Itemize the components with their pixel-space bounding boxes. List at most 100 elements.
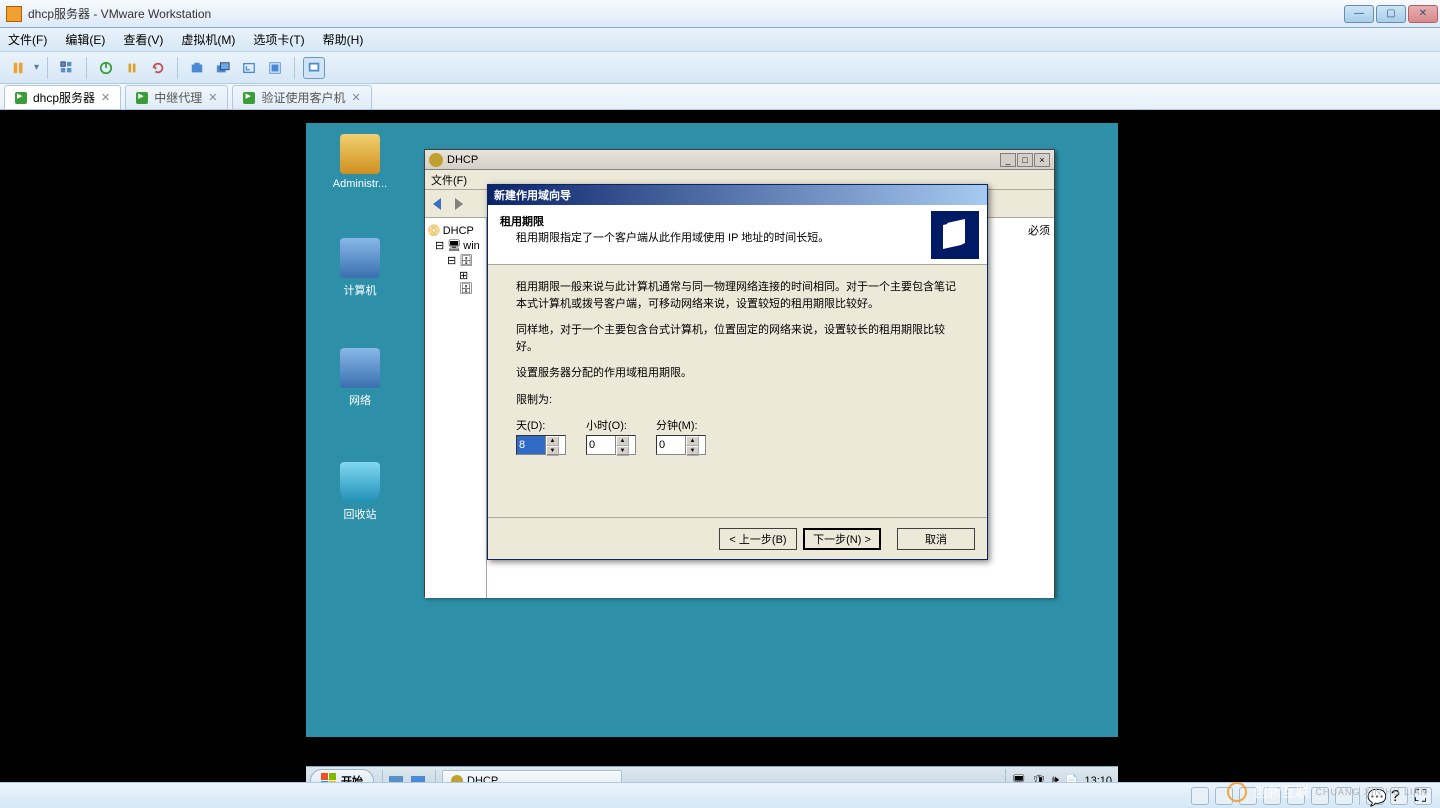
days-spinner[interactable]: ▲▼ bbox=[516, 435, 566, 455]
tree-node-sub[interactable]: ⊟ 🗄 bbox=[427, 254, 484, 267]
tab-label: 中继代理 bbox=[154, 89, 202, 106]
lease-duration-row: 天(D): ▲▼ 小时(O): ▲▼ 分钟(M): bbox=[516, 418, 959, 455]
desktop-icon-network[interactable]: 网络 bbox=[330, 348, 390, 408]
icon-label: 网络 bbox=[349, 395, 371, 407]
power-on-icon[interactable] bbox=[95, 57, 117, 79]
dropdown-icon[interactable]: ▾ bbox=[34, 62, 39, 73]
recycle-bin-icon bbox=[340, 462, 380, 502]
wizard-header: 租用期限 租用期限指定了一个客户端从此作用域使用 IP 地址的时间长短。 bbox=[488, 205, 987, 265]
back-button[interactable]: < 上一步(B) bbox=[719, 528, 797, 550]
vm-running-icon bbox=[243, 92, 255, 104]
back-icon[interactable] bbox=[429, 194, 449, 214]
tab-label: 验证使用客户机 bbox=[261, 89, 345, 106]
menu-edit[interactable]: 编辑(E) bbox=[65, 31, 105, 48]
icon-label: 计算机 bbox=[344, 285, 377, 297]
desktop-icon-recycle-bin[interactable]: 回收站 bbox=[330, 462, 390, 522]
spin-down-icon[interactable]: ▼ bbox=[686, 446, 699, 456]
minimize-button[interactable]: _ bbox=[1000, 153, 1016, 167]
vmware-icon bbox=[6, 6, 22, 22]
tree-node-server[interactable]: ⊟ 🖥 win bbox=[427, 239, 484, 252]
vmware-toolbar: ▾ bbox=[0, 52, 1440, 84]
wizard-footer: < 上一步(B) 下一步(N) > 取消 bbox=[488, 517, 987, 559]
hours-label: 小时(O): bbox=[586, 418, 636, 435]
watermark-logo-icon bbox=[1227, 782, 1247, 802]
close-tab-icon[interactable]: ✕ bbox=[352, 91, 361, 104]
menu-help[interactable]: 帮助(H) bbox=[323, 31, 364, 48]
days-input[interactable] bbox=[517, 436, 545, 454]
vmware-titlebar: dhcp服务器 - VMware Workstation — ▢ ✕ bbox=[0, 0, 1440, 28]
spin-up-icon[interactable]: ▲ bbox=[616, 436, 629, 446]
minutes-label: 分钟(M): bbox=[656, 418, 706, 435]
menu-tabs[interactable]: 选项卡(T) bbox=[253, 31, 304, 48]
watermark: 创新互联 CHUANG XIN HU LIAN bbox=[1227, 782, 1428, 802]
wizard-body: 租用期限一般来说与此计算机通常与同一物理网络连接的时间相同。对于一个主要包含笔记… bbox=[488, 265, 987, 469]
vmware-tabs: dhcp服务器 ✕ 中继代理 ✕ 验证使用客户机 ✕ bbox=[0, 84, 1440, 110]
menu-vm[interactable]: 虚拟机(M) bbox=[181, 31, 235, 48]
icon-label: 回收站 bbox=[344, 509, 377, 521]
reset-icon[interactable] bbox=[147, 57, 169, 79]
close-tab-icon[interactable]: ✕ bbox=[101, 91, 110, 104]
mmc-title-text: DHCP bbox=[447, 154, 478, 166]
computer-icon bbox=[340, 238, 380, 278]
tree-node-leaf[interactable]: ⊞ 🗄 bbox=[427, 269, 484, 295]
dhcp-icon bbox=[429, 153, 443, 167]
snapshot-icon[interactable] bbox=[186, 57, 208, 79]
tab-dhcp-server[interactable]: dhcp服务器 ✕ bbox=[4, 85, 121, 109]
fullscreen-icon[interactable] bbox=[303, 57, 325, 79]
new-scope-wizard: 新建作用域向导 租用期限 租用期限指定了一个客户端从此作用域使用 IP 地址的时… bbox=[487, 184, 988, 560]
tab-label: dhcp服务器 bbox=[33, 89, 95, 106]
network-icon bbox=[340, 348, 380, 388]
wizard-header-subtitle: 租用期限指定了一个客户端从此作用域使用 IP 地址的时间长短。 bbox=[500, 229, 829, 245]
tree-node-dhcp[interactable]: 📀 DHCP bbox=[427, 224, 484, 237]
hours-spinner[interactable]: ▲▼ bbox=[586, 435, 636, 455]
wizard-titlebar[interactable]: 新建作用域向导 bbox=[488, 185, 987, 205]
wizard-paragraph: 设置服务器分配的作用域租用期限。 bbox=[516, 365, 959, 382]
vm-running-icon bbox=[136, 92, 148, 104]
menu-view[interactable]: 查看(V) bbox=[123, 31, 163, 48]
snapshot-manager-icon[interactable] bbox=[212, 57, 234, 79]
spin-up-icon[interactable]: ▲ bbox=[686, 436, 699, 446]
guest-display: Administr... 计算机 网络 回收站 DHCP _ □ × 文件(F) bbox=[0, 110, 1440, 808]
minimize-button[interactable]: — bbox=[1344, 5, 1374, 23]
desktop-icon-computer[interactable]: 计算机 bbox=[330, 238, 390, 298]
close-button[interactable]: × bbox=[1034, 153, 1050, 167]
tab-relay-agent[interactable]: 中继代理 ✕ bbox=[125, 85, 228, 109]
wizard-title-text: 新建作用域向导 bbox=[494, 187, 571, 203]
spin-down-icon[interactable]: ▼ bbox=[616, 446, 629, 456]
maximize-button[interactable]: ▢ bbox=[1376, 5, 1406, 23]
minutes-spinner[interactable]: ▲▼ bbox=[656, 435, 706, 455]
mmc-tree[interactable]: 📀 DHCP ⊟ 🖥 win ⊟ 🗄 ⊞ 🗄 bbox=[425, 218, 487, 598]
library-icon[interactable] bbox=[8, 57, 30, 79]
cancel-button[interactable]: 取消 bbox=[897, 528, 975, 550]
forward-icon[interactable] bbox=[449, 194, 469, 214]
limit-label: 限制为: bbox=[516, 392, 959, 409]
window-controls: — ▢ ✕ bbox=[1344, 5, 1440, 23]
mmc-titlebar[interactable]: DHCP _ □ × bbox=[425, 150, 1054, 170]
desktop-icon-administrator[interactable]: Administr... bbox=[330, 134, 390, 190]
status-icon[interactable] bbox=[1191, 787, 1209, 805]
close-tab-icon[interactable]: ✕ bbox=[208, 91, 217, 104]
watermark-text: 创新互联 bbox=[1253, 782, 1309, 802]
vmware-statusbar: 💬 ? ⛶ bbox=[0, 782, 1440, 808]
revert-icon[interactable] bbox=[238, 57, 260, 79]
close-button[interactable]: ✕ bbox=[1408, 5, 1438, 23]
tab-verify-client[interactable]: 验证使用客户机 ✕ bbox=[232, 85, 371, 109]
thumbnail-icon[interactable] bbox=[56, 57, 78, 79]
folder-icon bbox=[340, 134, 380, 174]
vm-running-icon bbox=[15, 92, 27, 104]
suspend-icon[interactable] bbox=[121, 57, 143, 79]
vmware-menubar: 文件(F) 编辑(E) 查看(V) 虚拟机(M) 选项卡(T) 帮助(H) bbox=[0, 28, 1440, 52]
days-label: 天(D): bbox=[516, 418, 566, 435]
vmware-title: dhcp服务器 - VMware Workstation bbox=[28, 5, 211, 22]
maximize-button[interactable]: □ bbox=[1017, 153, 1033, 167]
spin-up-icon[interactable]: ▲ bbox=[546, 436, 559, 446]
minutes-input[interactable] bbox=[657, 436, 685, 454]
next-button[interactable]: 下一步(N) > bbox=[803, 528, 881, 550]
wizard-header-title: 租用期限 bbox=[500, 216, 544, 228]
unity-icon[interactable] bbox=[264, 57, 286, 79]
menu-file[interactable]: 文件(F) bbox=[8, 31, 47, 48]
spin-down-icon[interactable]: ▼ bbox=[546, 446, 559, 456]
wizard-header-icon bbox=[931, 211, 979, 259]
hours-input[interactable] bbox=[587, 436, 615, 454]
menu-file[interactable]: 文件(F) bbox=[431, 172, 467, 188]
